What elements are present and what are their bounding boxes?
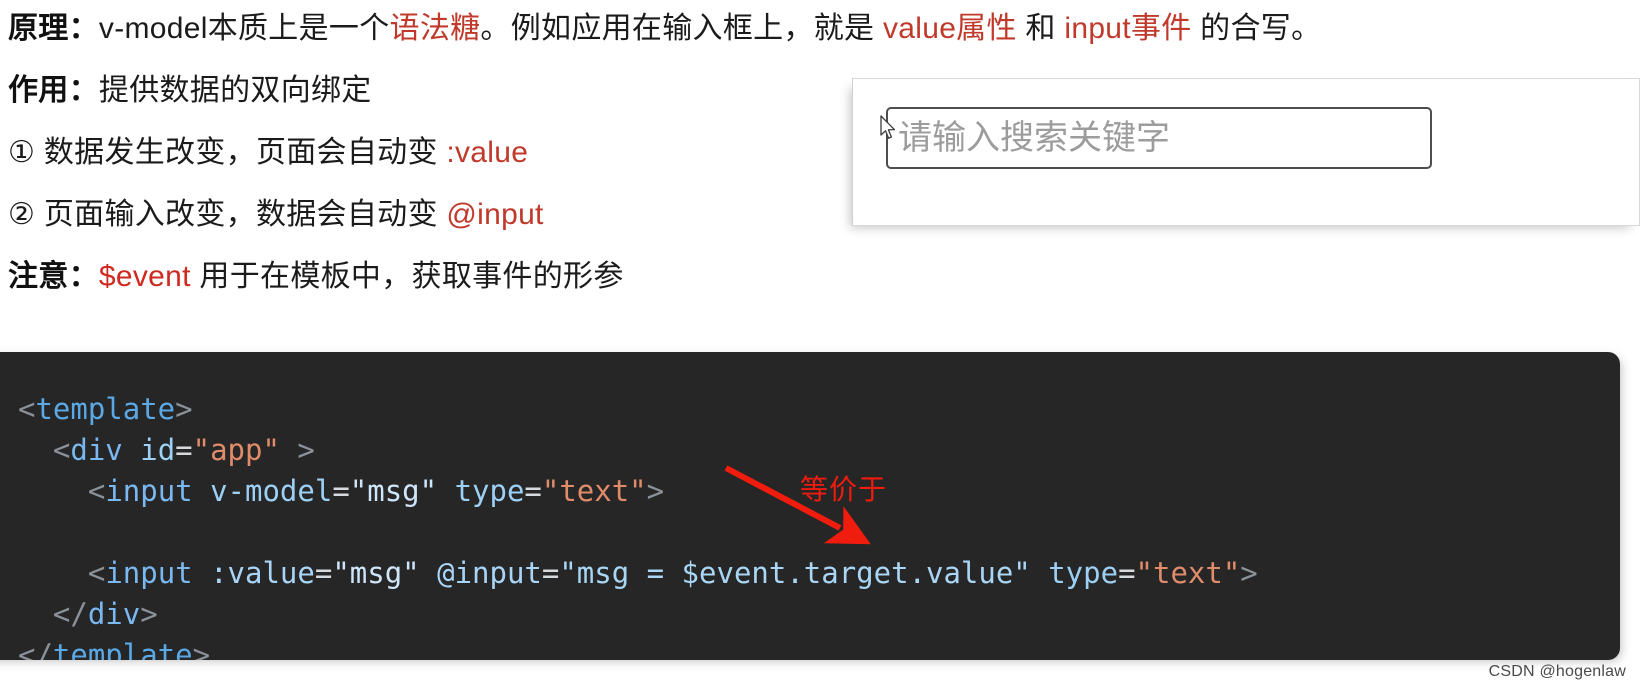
annotation-label: 等价于 xyxy=(800,474,888,505)
code-token: < xyxy=(18,392,36,426)
code-token: "text" xyxy=(1135,556,1241,590)
code-token: "msg = $event.target.value" xyxy=(559,556,1031,590)
note-label-principle: 原理： xyxy=(8,12,99,45)
code-token: = xyxy=(524,474,542,508)
code-token: > xyxy=(192,638,211,660)
code-token: div xyxy=(70,433,123,467)
code-token: div xyxy=(87,597,141,631)
note-label-purpose: 作用： xyxy=(8,74,99,107)
note-highlight-value-attr: value属性 xyxy=(882,12,1017,45)
code-token: template xyxy=(35,392,176,426)
note-label-caution: 注意： xyxy=(8,260,99,293)
note-text-principle-4: 的合写。 xyxy=(1191,12,1322,45)
note-highlight-syntax-sugar: 语法糖 xyxy=(389,12,481,45)
code-token: input xyxy=(105,556,193,590)
code-token: v-model xyxy=(210,474,333,508)
code-token: = xyxy=(175,433,193,467)
note-line-principle: 原理：v-model本质上是一个语法糖。例如应用在输入框上，就是 value属性… xyxy=(8,14,1321,44)
code-token: > xyxy=(646,474,665,508)
search-input[interactable] xyxy=(886,107,1432,169)
code-token: "app" xyxy=(192,433,280,467)
code-token: </ xyxy=(18,638,53,660)
note-highlight-input-binding: @input xyxy=(446,198,544,231)
demo-panel-body xyxy=(853,79,1639,225)
note-text-item-2: 页面输入改变，数据会自动变 xyxy=(35,198,447,231)
code-token: input xyxy=(105,474,193,508)
code-content: <template> <div id="app" > <input v-mode… xyxy=(18,389,1258,660)
code-token: < xyxy=(87,474,106,508)
note-highlight-event: $event xyxy=(98,260,191,293)
code-token: type xyxy=(1048,556,1119,590)
note-line-purpose: 作用：提供数据的双向绑定 xyxy=(8,76,372,106)
code-token: type xyxy=(454,474,525,508)
demo-panel xyxy=(852,78,1640,226)
code-token: = xyxy=(1118,556,1136,590)
code-token: = xyxy=(541,556,560,590)
note-line-item-1: ① 数据发生改变，页面会自动变 :value xyxy=(8,138,528,168)
note-text-principle-1: v-model本质上是一个 xyxy=(98,12,390,45)
code-token: > xyxy=(297,433,315,467)
note-text-principle-3: 和 xyxy=(1016,12,1065,45)
note-marker-2: ② xyxy=(8,198,36,231)
watermark: CSDN @hogenlaw xyxy=(1488,663,1626,680)
code-token: "text" xyxy=(541,474,647,508)
code-token: > xyxy=(175,392,193,426)
code-token: "msg" xyxy=(349,474,438,508)
note-line-item-2: ② 页面输入改变，数据会自动变 @input xyxy=(8,200,544,230)
code-token: template xyxy=(52,638,193,660)
note-highlight-input-event: input事件 xyxy=(1064,12,1192,45)
note-line-caution: 注意：$event 用于在模板中，获取事件的形参 xyxy=(8,262,624,292)
code-token: id xyxy=(140,433,176,467)
code-token: < xyxy=(52,433,71,467)
code-token: < xyxy=(87,556,106,590)
note-marker-1: ① xyxy=(8,136,36,169)
code-token: </ xyxy=(52,597,88,631)
code-token: @input xyxy=(437,556,542,590)
note-text-item-1: 数据发生改变，页面会自动变 xyxy=(35,136,447,169)
note-highlight-value-binding: :value xyxy=(446,136,529,169)
code-token: > xyxy=(140,597,158,631)
code-token: "msg" xyxy=(332,556,420,590)
code-token: = xyxy=(332,474,350,508)
note-text-caution: 用于在模板中，获取事件的形参 xyxy=(190,260,624,293)
note-text-purpose: 提供数据的双向绑定 xyxy=(98,74,372,107)
code-token: > xyxy=(1240,556,1258,590)
note-text-principle-2: 。例如应用在输入框上，就是 xyxy=(480,12,883,45)
code-token: :value xyxy=(210,556,315,590)
code-token: = xyxy=(314,556,333,590)
